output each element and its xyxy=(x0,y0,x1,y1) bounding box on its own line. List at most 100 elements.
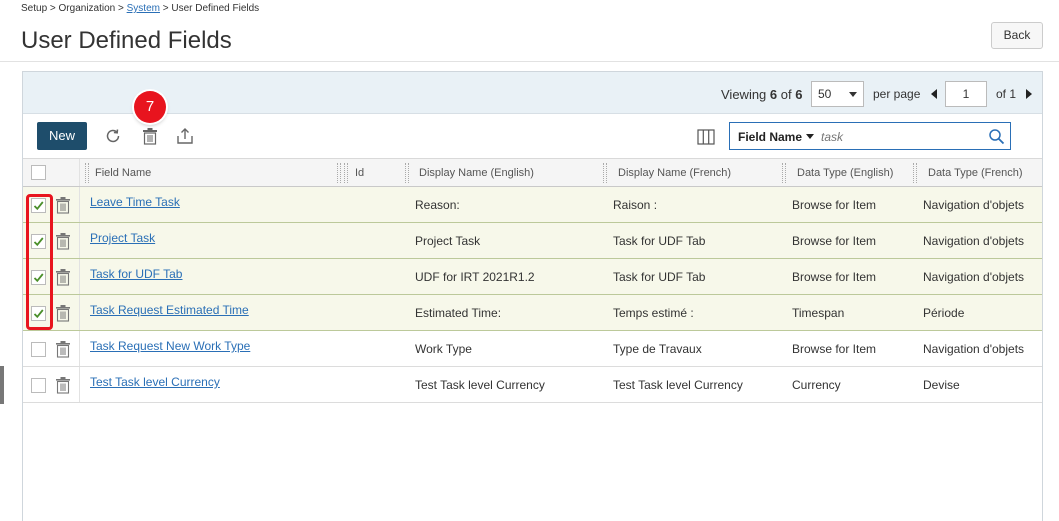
column-divider xyxy=(79,367,80,402)
per-page-value: 50 xyxy=(818,87,832,101)
column-divider xyxy=(79,187,80,222)
type-fr-cell: Navigation d'objets xyxy=(923,198,1025,212)
field-name-link[interactable]: Task Request New Work Type xyxy=(90,331,250,367)
table-row[interactable]: Task Request Estimated Time Estimated Ti… xyxy=(23,295,1042,331)
viewing-total: 6 xyxy=(795,87,803,102)
column-grip[interactable] xyxy=(85,163,89,183)
table-row[interactable]: Test Task level Currency Test Task level… xyxy=(23,367,1042,403)
table-row[interactable]: Task for UDF Tab UDF for IRT 2021R1.2 Ta… xyxy=(23,259,1042,295)
field-name-link[interactable]: Test Task level Currency xyxy=(90,367,220,403)
type-en-cell: Browse for Item xyxy=(792,342,877,356)
column-divider xyxy=(79,259,80,294)
trash-icon[interactable] xyxy=(55,304,71,322)
next-page-icon[interactable] xyxy=(1026,89,1032,99)
grid-panel: Viewing 6 of 6 50 per page 1 of 1 New 7 xyxy=(22,71,1043,521)
display-fr-cell: Task for UDF Tab xyxy=(613,270,706,284)
type-fr-cell: Navigation d'objets xyxy=(923,234,1025,248)
search-field-label: Field Name xyxy=(738,130,803,144)
column-divider xyxy=(79,295,80,330)
table-row[interactable]: Leave Time Task Reason: Raison : Browse … xyxy=(23,187,1042,223)
display-fr-cell: Temps estimé : xyxy=(613,306,694,320)
prev-page-icon[interactable] xyxy=(931,89,937,99)
col-header-type-en[interactable]: Data Type (English) xyxy=(797,159,893,187)
export-icon[interactable] xyxy=(175,126,195,146)
search-box: Field Name xyxy=(729,122,1011,150)
search-icon[interactable] xyxy=(988,128,1005,145)
per-page-label: per page xyxy=(873,87,921,101)
type-fr-cell: Période xyxy=(923,306,965,320)
column-divider xyxy=(79,223,80,258)
column-grip[interactable] xyxy=(913,163,917,183)
col-header-display-fr[interactable]: Display Name (French) xyxy=(618,159,731,187)
pager-bar: Viewing 6 of 6 50 per page 1 of 1 xyxy=(23,72,1042,114)
breadcrumb: Setup > Organization > System > User Def… xyxy=(21,3,259,14)
page-number-input[interactable]: 1 xyxy=(945,81,987,107)
columns-icon[interactable] xyxy=(697,128,715,146)
chevron-down-icon xyxy=(849,92,857,97)
type-en-cell: Browse for Item xyxy=(792,234,877,248)
col-header-type-fr[interactable]: Data Type (French) xyxy=(928,159,1023,187)
col-header-display-en[interactable]: Display Name (English) xyxy=(419,159,534,187)
column-divider xyxy=(79,331,80,366)
field-name-link[interactable]: Project Task xyxy=(90,223,155,259)
search-field-select[interactable]: Field Name xyxy=(738,130,815,144)
viewing-prefix: Viewing xyxy=(721,87,767,102)
trash-icon[interactable] xyxy=(55,268,71,286)
column-grip[interactable] xyxy=(337,163,341,183)
display-en-cell: Estimated Time: xyxy=(415,306,502,320)
display-fr-cell: Type de Travaux xyxy=(613,342,702,356)
new-button[interactable]: New xyxy=(37,122,87,150)
display-en-cell: UDF for IRT 2021R1.2 xyxy=(415,270,535,284)
col-header-field-name[interactable]: Field Name xyxy=(95,159,151,187)
type-en-cell: Browse for Item xyxy=(792,198,877,212)
display-en-cell: Project Task xyxy=(415,234,481,248)
row-checkbox[interactable] xyxy=(31,378,46,393)
viewing-of: of xyxy=(780,87,792,102)
type-en-cell: Currency xyxy=(792,378,841,392)
display-fr-cell: Test Task level Currency xyxy=(613,378,743,392)
viewing-summary: Viewing 6 of 6 xyxy=(721,87,802,102)
display-en-cell: Reason: xyxy=(415,198,460,212)
type-en-cell: Timespan xyxy=(792,306,845,320)
per-page-select[interactable]: 50 xyxy=(811,81,864,107)
column-grip[interactable] xyxy=(405,163,409,183)
trash-icon[interactable] xyxy=(55,232,71,250)
field-name-link[interactable]: Task for UDF Tab xyxy=(90,259,182,295)
display-fr-cell: Raison : xyxy=(613,198,658,212)
type-fr-cell: Navigation d'objets xyxy=(923,342,1025,356)
breadcrumb-link-system[interactable]: System xyxy=(127,3,160,14)
chevron-down-icon xyxy=(806,134,815,139)
table-row[interactable]: Task Request New Work Type Work Type Typ… xyxy=(23,331,1042,367)
display-fr-cell: Task for UDF Tab xyxy=(613,234,706,248)
column-divider xyxy=(79,159,80,186)
breadcrumb-prefix: Setup > Organization > xyxy=(21,3,127,14)
column-grip[interactable] xyxy=(344,163,348,183)
field-name-link[interactable]: Task Request Estimated Time xyxy=(90,295,249,331)
column-grip[interactable] xyxy=(782,163,786,183)
type-fr-cell: Devise xyxy=(923,378,960,392)
trash-icon[interactable] xyxy=(55,376,71,394)
type-fr-cell: Navigation d'objets xyxy=(923,270,1025,284)
back-button[interactable]: Back xyxy=(991,22,1043,49)
page-title: User Defined Fields xyxy=(21,27,232,54)
row-checkbox[interactable] xyxy=(31,342,46,357)
refresh-icon[interactable] xyxy=(103,126,123,146)
display-en-cell: Work Type xyxy=(415,342,472,356)
table-row[interactable]: Project Task Project Task Task for UDF T… xyxy=(23,223,1042,259)
step-badge: 7 xyxy=(134,91,166,123)
trash-icon[interactable] xyxy=(55,340,71,358)
side-handle[interactable] xyxy=(0,366,4,404)
delete-icon[interactable] xyxy=(140,126,160,146)
field-name-link[interactable]: Leave Time Task xyxy=(90,187,180,223)
header-divider xyxy=(0,61,1059,62)
grid-header: Field Name Id Display Name (English) Dis… xyxy=(23,158,1042,187)
column-grip[interactable] xyxy=(603,163,607,183)
col-header-id[interactable]: Id xyxy=(355,159,364,187)
search-input[interactable] xyxy=(821,128,981,145)
breadcrumb-suffix: > User Defined Fields xyxy=(159,3,260,14)
viewing-count: 6 xyxy=(769,87,778,102)
select-all-checkbox[interactable] xyxy=(31,165,46,180)
page-count-label: of 1 xyxy=(996,87,1017,101)
selection-highlight xyxy=(26,194,53,330)
trash-icon[interactable] xyxy=(55,196,71,214)
